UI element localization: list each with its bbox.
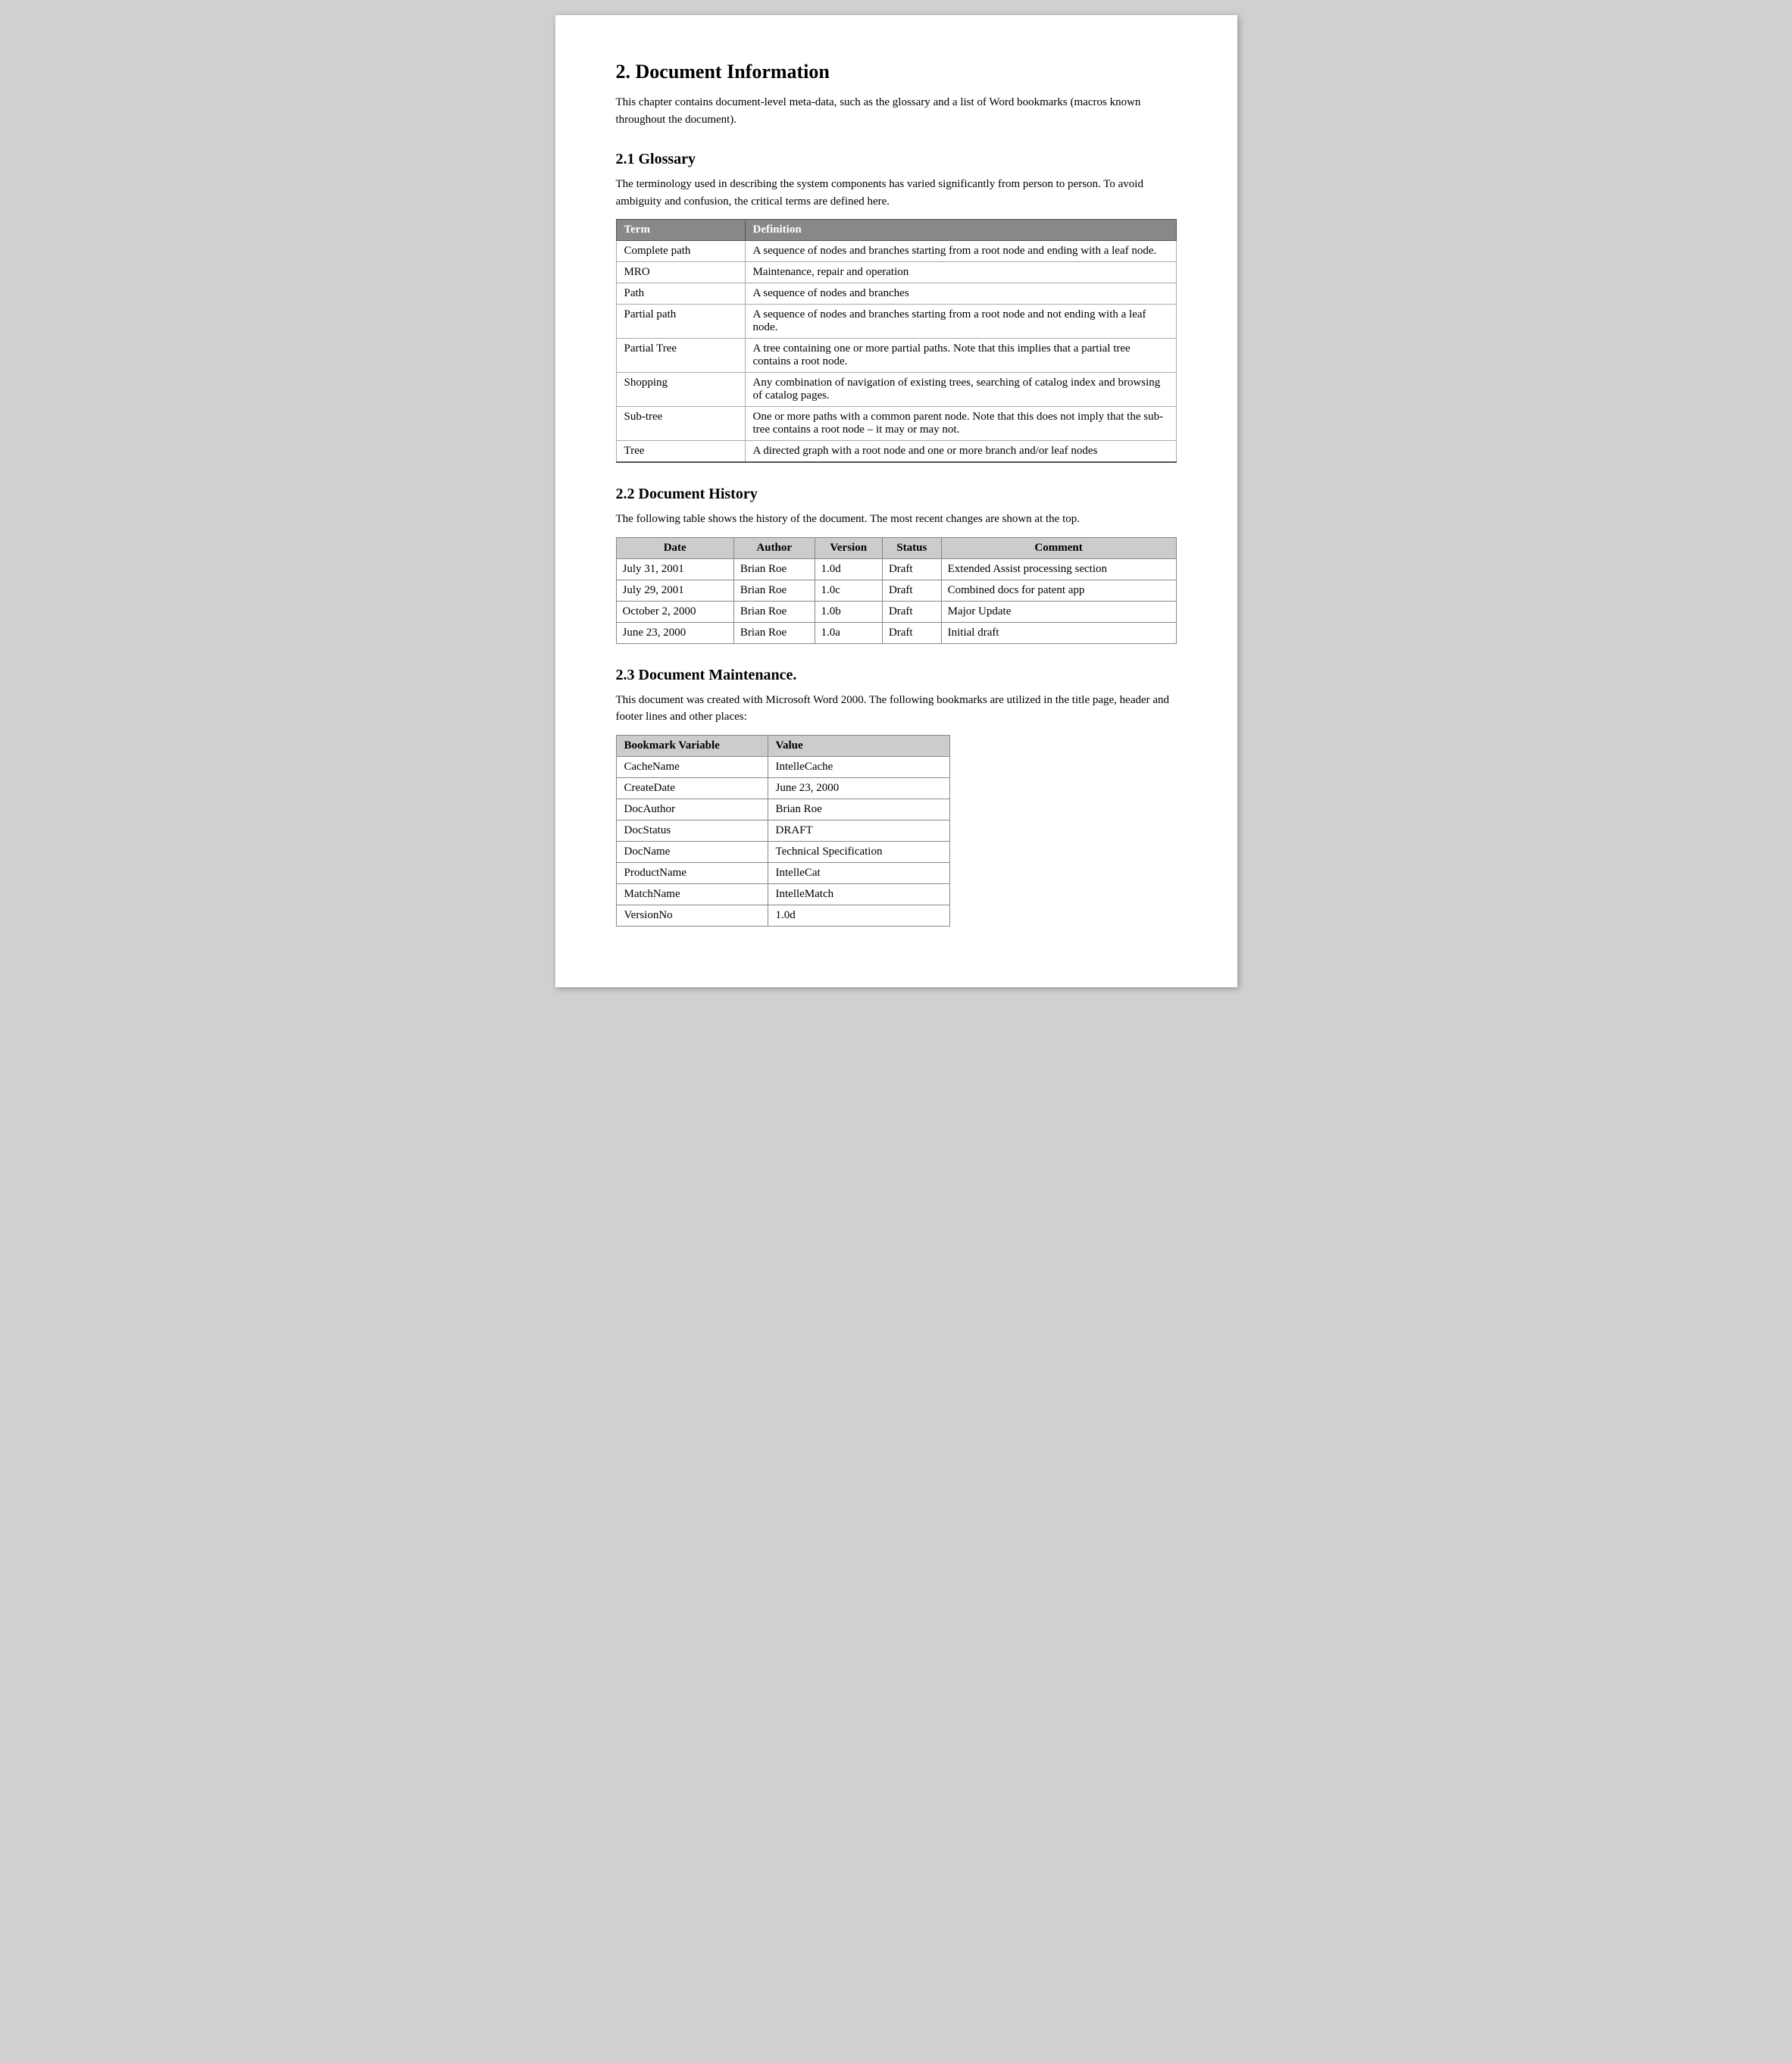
section2-2-intro: The following table shows the history of… — [616, 511, 1177, 528]
history-header-cell: Comment — [941, 537, 1176, 558]
bookmark-table-cell: Brian Roe — [768, 799, 949, 820]
history-table-cell: 1.0c — [815, 580, 882, 601]
section2-2-title: 2.2 Document History — [616, 486, 1177, 503]
bookmark-table-row: VersionNo1.0d — [616, 905, 949, 926]
section2-intro: This chapter contains document-level met… — [616, 94, 1177, 128]
history-table-row: July 31, 2001Brian Roe1.0dDraftExtended … — [616, 558, 1176, 580]
history-table-cell: Draft — [882, 622, 941, 643]
glossary-definition-cell: A sequence of nodes and branches — [745, 283, 1176, 305]
bookmark-table-cell: CreateDate — [616, 777, 768, 799]
history-table-cell: 1.0d — [815, 558, 882, 580]
bookmark-table-row: CreateDateJune 23, 2000 — [616, 777, 949, 799]
glossary-definition-cell: A directed graph with a root node and on… — [745, 441, 1176, 463]
history-table-cell: July 29, 2001 — [616, 580, 733, 601]
bookmark-table-cell: MatchName — [616, 883, 768, 905]
bookmark-table-cell: VersionNo — [616, 905, 768, 926]
glossary-col-definition: Definition — [745, 220, 1176, 241]
glossary-table-header-row: Term Definition — [616, 220, 1176, 241]
history-table-cell: Draft — [882, 558, 941, 580]
bookmark-table-cell: June 23, 2000 — [768, 777, 949, 799]
page: 2. Document Information This chapter con… — [555, 15, 1237, 987]
glossary-definition-cell: Any combination of navigation of existin… — [745, 373, 1176, 407]
section2-3-title: 2.3 Document Maintenance. — [616, 667, 1177, 684]
history-header-cell: Author — [733, 537, 815, 558]
section2-1-intro: The terminology used in describing the s… — [616, 176, 1177, 210]
glossary-term-cell: Partial path — [616, 305, 745, 339]
bookmark-table-row: ProductNameIntelleCat — [616, 862, 949, 883]
bookmark-table-row: CacheNameIntelleCache — [616, 756, 949, 777]
history-table-cell: 1.0a — [815, 622, 882, 643]
bookmark-header-cell: Value — [768, 735, 949, 756]
history-table-cell: Draft — [882, 601, 941, 622]
bookmark-table-cell: 1.0d — [768, 905, 949, 926]
glossary-term-cell: MRO — [616, 262, 745, 283]
bookmark-table-cell: CacheName — [616, 756, 768, 777]
glossary-table-row: Complete pathA sequence of nodes and bra… — [616, 241, 1176, 262]
glossary-table-row: Partial TreeA tree containing one or mor… — [616, 339, 1176, 373]
bookmark-table-row: MatchNameIntelleMatch — [616, 883, 949, 905]
section2-3-intro: This document was created with Microsoft… — [616, 692, 1177, 726]
history-table-cell: Extended Assist processing section — [941, 558, 1176, 580]
history-table-cell: Draft — [882, 580, 941, 601]
bookmark-table-row: DocAuthorBrian Roe — [616, 799, 949, 820]
history-table-cell: Brian Roe — [733, 622, 815, 643]
history-table-cell: 1.0b — [815, 601, 882, 622]
bookmark-table-cell: ProductName — [616, 862, 768, 883]
glossary-definition-cell: One or more paths with a common parent n… — [745, 407, 1176, 441]
history-table-cell: Initial draft — [941, 622, 1176, 643]
bookmark-table-cell: Technical Specification — [768, 841, 949, 862]
bookmark-table-row: DocNameTechnical Specification — [616, 841, 949, 862]
history-table-cell: Brian Roe — [733, 558, 815, 580]
glossary-definition-cell: A sequence of nodes and branches startin… — [745, 305, 1176, 339]
glossary-col-term: Term — [616, 220, 745, 241]
glossary-definition-cell: A sequence of nodes and branches startin… — [745, 241, 1176, 262]
bookmark-table-cell: IntelleCat — [768, 862, 949, 883]
bookmark-table-cell: IntelleCache — [768, 756, 949, 777]
section2-title: 2. Document Information — [616, 61, 1177, 83]
bookmark-table-header-row: Bookmark VariableValue — [616, 735, 949, 756]
glossary-table-row: MROMaintenance, repair and operation — [616, 262, 1176, 283]
bookmark-table-cell: DocAuthor — [616, 799, 768, 820]
glossary-term-cell: Complete path — [616, 241, 745, 262]
history-header-cell: Date — [616, 537, 733, 558]
history-table-cell: October 2, 2000 — [616, 601, 733, 622]
bookmark-table-row: DocStatusDRAFT — [616, 820, 949, 841]
glossary-table-row: TreeA directed graph with a root node an… — [616, 441, 1176, 463]
glossary-definition-cell: Maintenance, repair and operation — [745, 262, 1176, 283]
history-table: DateAuthorVersionStatusComment July 31, … — [616, 537, 1177, 644]
history-table-cell: Major Update — [941, 601, 1176, 622]
history-table-cell: July 31, 2001 — [616, 558, 733, 580]
glossary-term-cell: Shopping — [616, 373, 745, 407]
history-table-row: October 2, 2000Brian Roe1.0bDraftMajor U… — [616, 601, 1176, 622]
bookmark-header-cell: Bookmark Variable — [616, 735, 768, 756]
history-table-cell: Brian Roe — [733, 580, 815, 601]
history-header-cell: Status — [882, 537, 941, 558]
history-table-header-row: DateAuthorVersionStatusComment — [616, 537, 1176, 558]
glossary-table-row: ShoppingAny combination of navigation of… — [616, 373, 1176, 407]
glossary-definition-cell: A tree containing one or more partial pa… — [745, 339, 1176, 373]
bookmark-table: Bookmark VariableValue CacheNameIntelleC… — [616, 735, 950, 927]
history-table-cell: Brian Roe — [733, 601, 815, 622]
glossary-table-row: Sub-treeOne or more paths with a common … — [616, 407, 1176, 441]
glossary-table-row: PathA sequence of nodes and branches — [616, 283, 1176, 305]
bookmark-table-cell: DocStatus — [616, 820, 768, 841]
glossary-term-cell: Partial Tree — [616, 339, 745, 373]
glossary-table: Term Definition Complete pathA sequence … — [616, 219, 1177, 463]
history-header-cell: Version — [815, 537, 882, 558]
bookmark-table-cell: IntelleMatch — [768, 883, 949, 905]
glossary-term-cell: Sub-tree — [616, 407, 745, 441]
glossary-table-row: Partial pathA sequence of nodes and bran… — [616, 305, 1176, 339]
history-table-cell: Combined docs for patent app — [941, 580, 1176, 601]
history-table-row: June 23, 2000Brian Roe1.0aDraftInitial d… — [616, 622, 1176, 643]
bookmark-table-cell: DocName — [616, 841, 768, 862]
history-table-row: July 29, 2001Brian Roe1.0cDraftCombined … — [616, 580, 1176, 601]
history-table-cell: June 23, 2000 — [616, 622, 733, 643]
section2-1-title: 2.1 Glossary — [616, 151, 1177, 168]
glossary-term-cell: Tree — [616, 441, 745, 463]
bookmark-table-cell: DRAFT — [768, 820, 949, 841]
glossary-term-cell: Path — [616, 283, 745, 305]
